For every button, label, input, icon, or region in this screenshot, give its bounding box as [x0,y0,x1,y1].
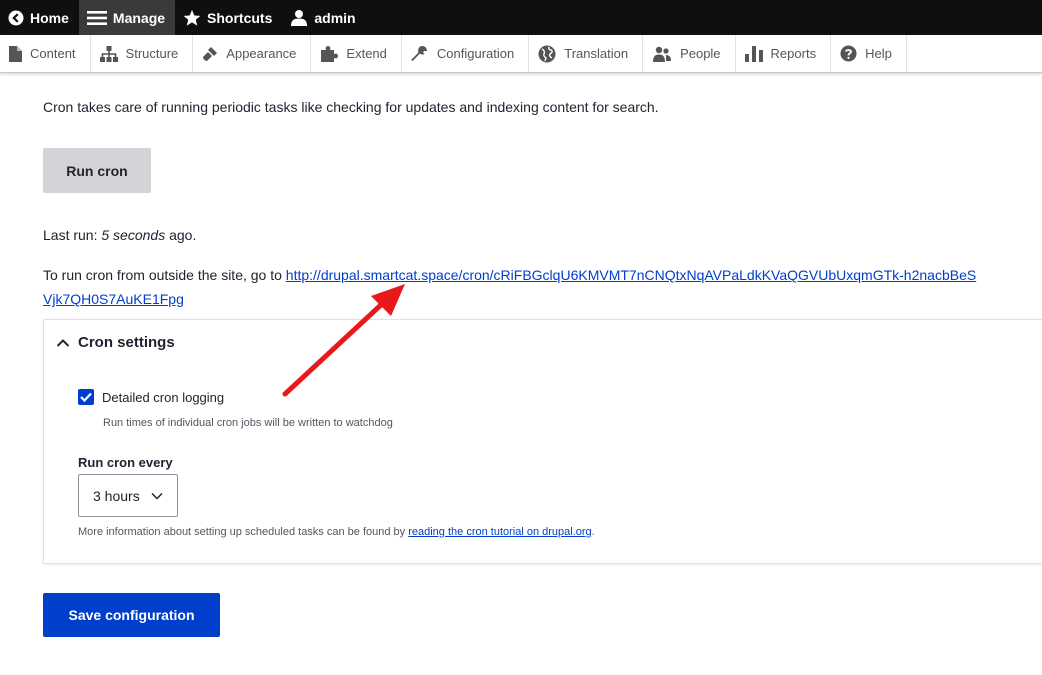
cron-tutorial-link[interactable]: reading the cron tutorial on drupal.org [408,526,591,538]
toolbar-manage-label: Manage [112,9,166,26]
detailed-logging-label: Detailed cron logging [102,389,225,405]
cron-settings-toggle[interactable]: Cron settings [56,334,175,351]
document-icon [9,45,22,62]
tray-item-configuration[interactable]: Configuration [402,35,530,72]
menu-icon [86,10,107,25]
more-info-prefix: More information about setting up schedu… [78,526,409,538]
bar-chart-icon [744,45,763,62]
structure-icon [99,45,118,62]
help-icon [840,45,857,62]
detailed-logging-description: Run times of individual cron jobs will b… [103,417,393,429]
toolbar-home[interactable]: Home [0,0,79,35]
toolbar-shortcuts-label: Shortcuts [207,9,273,26]
detailed-logging-checkbox-row[interactable]: Detailed cron logging [78,389,224,405]
admin-toolbar: Home Manage Shortcuts admin [0,0,1042,35]
cron-url-text: To run cron from outside the site, go to… [43,263,983,311]
tray-item-label: Configuration [436,46,515,61]
toolbar-user[interactable]: admin [282,0,365,35]
home-chevron-icon [8,10,24,25]
wrench-icon [411,45,427,61]
tray-item-help[interactable]: Help [831,35,907,72]
run-cron-every-select[interactable]: 3 hours [78,474,178,517]
last-run-prefix: Last run: [43,227,102,243]
checkmark-icon [80,392,92,402]
last-run-value: 5 seconds [101,227,166,243]
last-run-text: Last run: 5 seconds ago. [43,227,196,243]
chevron-up-icon [56,338,70,347]
toolbar-shortcuts[interactable]: Shortcuts [175,0,282,35]
run-cron-every-value: 3 hours [93,487,140,504]
last-run-suffix: ago. [165,227,197,243]
more-info-text: More information about setting up schedu… [78,526,595,538]
tray-item-extend[interactable]: Extend [311,35,402,72]
tray-item-label: Translation [564,46,629,61]
tray-item-structure[interactable]: Structure [91,35,194,72]
tray-item-people[interactable]: People [643,35,736,72]
tray-item-label: Help [865,46,892,61]
admin-menu-tray: Content Structure Appearance Extend Conf… [0,35,1042,73]
puzzle-icon [321,45,339,62]
tray-item-label: People [680,46,721,61]
toolbar-home-label: Home [30,9,69,26]
tray-item-appearance[interactable]: Appearance [193,35,312,72]
people-icon [653,46,672,62]
cron-description: Cron takes care of running periodic task… [43,99,659,115]
tray-item-content[interactable]: Content [0,35,91,72]
cron-settings-details: Cron settings Detailed cron logging Run … [43,319,1042,564]
globe-icon [538,45,556,62]
run-cron-button[interactable]: Run cron [43,148,151,193]
detailed-logging-checkbox[interactable] [78,389,94,405]
chevron-down-icon [151,492,163,500]
user-icon [291,9,308,26]
tray-item-label: Structure [125,46,179,61]
brush-icon [203,46,218,61]
toolbar-user-label: admin [314,9,356,26]
cron-settings-title: Cron settings [78,334,175,351]
tray-item-translation[interactable]: Translation [529,35,644,72]
run-cron-every-label: Run cron every [78,455,173,470]
tray-item-label: Content [30,46,76,61]
tray-item-label: Reports [770,46,817,61]
toolbar-manage[interactable]: Manage [78,0,176,35]
more-info-suffix: . [591,526,595,538]
tray-item-reports[interactable]: Reports [736,35,832,72]
tray-item-label: Extend [346,46,387,61]
save-configuration-button[interactable]: Save configuration [43,593,220,637]
cron-url-prefix: To run cron from outside the site, go to [43,267,286,283]
tray-item-label: Appearance [226,46,297,61]
star-icon [183,9,201,26]
